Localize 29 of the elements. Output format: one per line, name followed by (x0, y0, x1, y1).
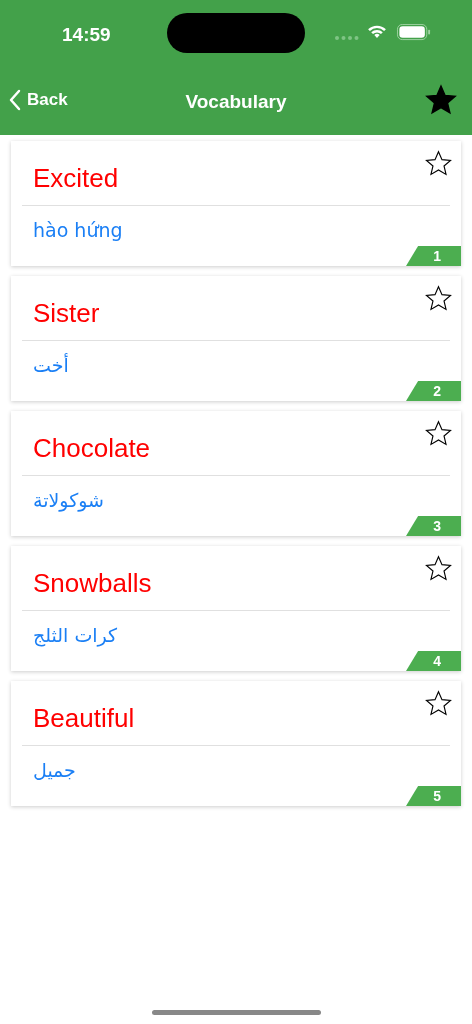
translation-text: شوكولاتة (33, 489, 104, 511)
favorite-star-icon[interactable] (425, 420, 452, 447)
favorite-star-icon[interactable] (425, 150, 452, 177)
english-word: Beautiful (33, 703, 135, 733)
chevron-left-icon (9, 88, 21, 111)
back-button[interactable]: Back (9, 87, 68, 113)
translation-text: hào hứng (33, 219, 123, 241)
battery-icon (396, 24, 432, 41)
english-word: Chocolate (33, 433, 151, 463)
favorite-star-icon[interactable] (425, 285, 452, 312)
favorite-star-icon[interactable] (425, 690, 452, 717)
signal-icon (335, 36, 359, 40)
english-word: Snowballs (33, 568, 152, 598)
wifi-icon (366, 23, 388, 39)
english-word: Excited (33, 163, 119, 193)
index-badge: 2 (406, 381, 461, 401)
status-time: 14:59 (62, 23, 111, 47)
translation-text: أخت (33, 354, 69, 376)
vocabulary-card[interactable]: Excited hào hứng 1 (11, 141, 461, 266)
index-badge: 5 (406, 786, 461, 806)
translation-text: كرات الثلج (33, 624, 118, 646)
index-badge: 1 (406, 246, 461, 266)
favorites-star-icon[interactable] (425, 84, 457, 116)
screen-title: Vocabulary (185, 90, 287, 114)
favorite-star-icon[interactable] (425, 555, 452, 582)
translation-text: جميل (33, 759, 76, 781)
english-word: Sister (33, 298, 100, 328)
index-badge: 3 (406, 516, 461, 536)
index-badge: 4 (406, 651, 461, 671)
